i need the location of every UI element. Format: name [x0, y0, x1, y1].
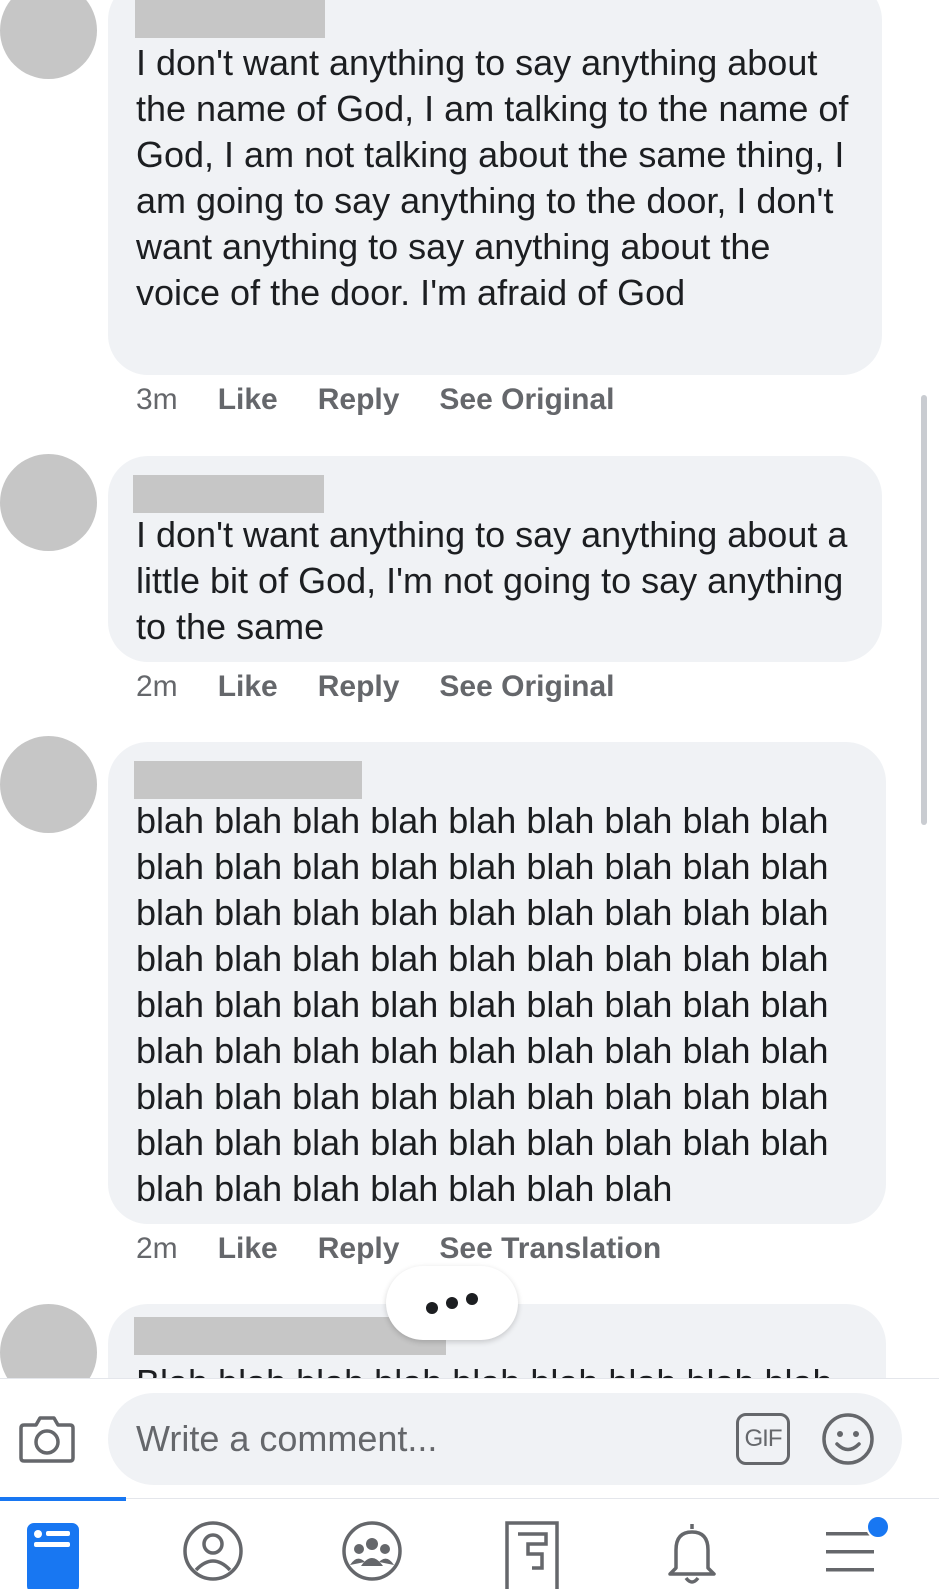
- like-button[interactable]: Like: [218, 383, 278, 417]
- comment-bubble: I don't want anything to say anything ab…: [108, 456, 882, 662]
- typing-indicator: [386, 1266, 518, 1340]
- typing-dot: [446, 1297, 458, 1309]
- tab-groups[interactable]: [341, 1520, 405, 1589]
- redacted-commenter-name[interactable]: [134, 761, 362, 799]
- scrollbar[interactable]: [921, 395, 927, 825]
- comment-text: I don't want anything to say anything ab…: [136, 42, 849, 313]
- commenter-avatar[interactable]: [0, 736, 97, 833]
- comment-text: Blah blah blah blah blah blah blah blah …: [136, 1360, 862, 1378]
- active-tab-indicator: [0, 1497, 126, 1501]
- comment-input-placeholder: Write a comment...: [136, 1418, 438, 1459]
- gif-button[interactable]: GIF: [736, 1413, 790, 1465]
- see-translation-button[interactable]: See Translation: [439, 1232, 661, 1266]
- redacted-commenter-name[interactable]: [135, 0, 325, 38]
- comment-text: blah blah blah blah blah blah blah blah …: [136, 800, 829, 1209]
- news-feed-icon: [27, 1523, 79, 1593]
- comment-timestamp: 2m: [136, 670, 178, 703]
- bottom-tab-bar: [0, 1498, 939, 1590]
- tab-pages[interactable]: [504, 1520, 568, 1594]
- pages-icon: [505, 1521, 559, 1594]
- camera-button[interactable]: [18, 1411, 76, 1465]
- camera-icon: [19, 1416, 75, 1463]
- comment-timestamp: 2m: [136, 1232, 178, 1265]
- typing-dot: [426, 1302, 438, 1314]
- tab-notifications[interactable]: [664, 1520, 728, 1589]
- comment-bubble: I don't want anything to say anything ab…: [108, 0, 882, 375]
- comment-actions: 2m Like Reply See Original: [136, 667, 655, 707]
- see-original-button[interactable]: See Original: [439, 383, 614, 417]
- reply-button[interactable]: Reply: [318, 1232, 400, 1266]
- see-original-button[interactable]: See Original: [439, 670, 614, 704]
- commenter-avatar[interactable]: [0, 454, 97, 551]
- tab-profile[interactable]: [182, 1520, 246, 1589]
- comment-bubble: blah blah blah blah blah blah blah blah …: [108, 742, 886, 1224]
- profile-icon: [183, 1521, 243, 1581]
- comment-text: I don't want anything to say anything ab…: [136, 514, 848, 647]
- comment-timestamp: 3m: [136, 383, 178, 416]
- reply-button[interactable]: Reply: [318, 670, 400, 704]
- groups-icon: [342, 1521, 402, 1581]
- comment-actions: 2m Like Reply See Translation: [136, 1229, 701, 1269]
- smiley-icon: [822, 1413, 874, 1465]
- commenter-avatar[interactable]: [0, 0, 97, 79]
- typing-dot: [466, 1293, 478, 1305]
- tab-news-feed[interactable]: [24, 1520, 88, 1593]
- emoji-button[interactable]: [820, 1411, 876, 1467]
- like-button[interactable]: Like: [218, 1232, 278, 1266]
- like-button[interactable]: Like: [218, 670, 278, 704]
- notifications-icon: [668, 1524, 716, 1584]
- notification-badge: [866, 1515, 890, 1539]
- redacted-commenter-name[interactable]: [133, 475, 324, 513]
- reply-button[interactable]: Reply: [318, 383, 400, 417]
- comment-actions: 3m Like Reply See Original: [136, 380, 655, 420]
